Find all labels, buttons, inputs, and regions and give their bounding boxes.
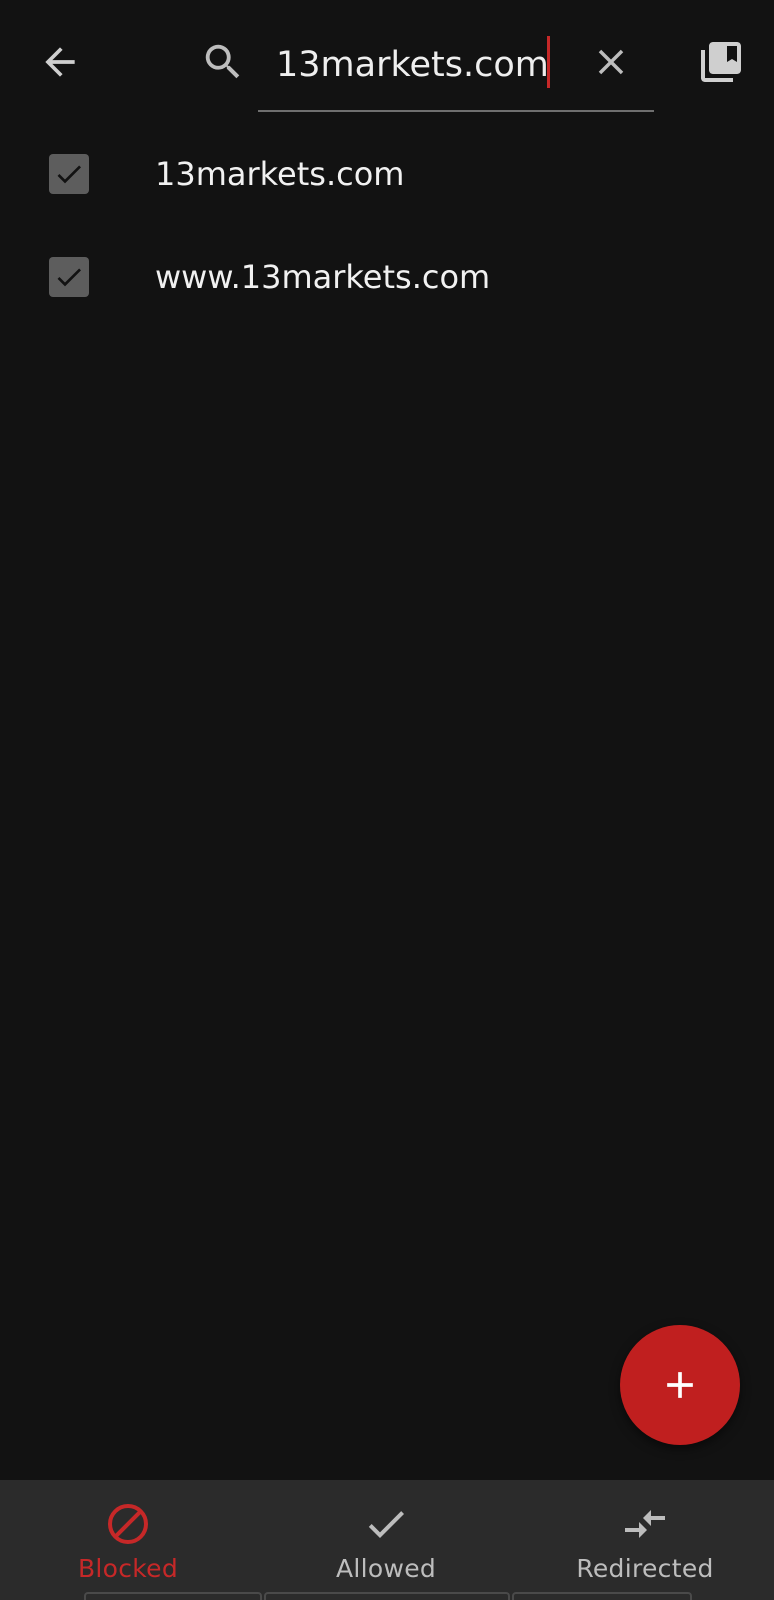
library-bookmark-icon xyxy=(701,42,741,82)
nav-tab-outlines xyxy=(0,1592,774,1600)
nav-label-redirected: Redirected xyxy=(576,1554,714,1583)
nav-label-blocked: Blocked xyxy=(77,1554,179,1583)
compare-arrows-icon xyxy=(621,1500,669,1548)
check-icon xyxy=(57,267,81,286)
text-caret xyxy=(547,36,550,88)
app-root: 13markets.com www.13markets.com Blocked xyxy=(0,0,774,1600)
list-item[interactable]: www.13markets.com xyxy=(0,225,774,328)
check-icon xyxy=(57,164,81,183)
tab-outline xyxy=(84,1592,262,1600)
add-host-button[interactable] xyxy=(620,1325,740,1445)
close-icon xyxy=(598,49,624,75)
bottom-navigation: Blocked Allowed Redirected xyxy=(0,1480,774,1600)
top-app-bar xyxy=(0,0,774,120)
search-input[interactable] xyxy=(276,42,576,88)
bookmarks-button[interactable] xyxy=(693,34,749,90)
block-icon xyxy=(104,1500,152,1548)
back-button[interactable] xyxy=(32,34,88,90)
search-icon xyxy=(195,34,251,90)
host-checkbox[interactable] xyxy=(49,256,89,297)
clear-search-button[interactable] xyxy=(583,34,639,90)
host-label: www.13markets.com xyxy=(155,257,491,296)
tab-outline xyxy=(512,1592,692,1600)
check-icon xyxy=(362,1500,410,1548)
host-list: 13markets.com www.13markets.com xyxy=(0,122,774,328)
plus-icon xyxy=(667,1372,693,1398)
nav-item-allowed[interactable]: Allowed xyxy=(306,1480,466,1600)
nav-item-redirected[interactable]: Redirected xyxy=(560,1480,730,1600)
tab-outline xyxy=(264,1592,510,1600)
nav-item-blocked[interactable]: Blocked xyxy=(48,1480,208,1600)
host-checkbox[interactable] xyxy=(49,153,89,194)
host-label: 13markets.com xyxy=(155,154,405,193)
nav-label-allowed: Allowed xyxy=(335,1554,437,1583)
arrow-left-icon xyxy=(45,47,75,77)
list-item[interactable]: 13markets.com xyxy=(0,122,774,225)
